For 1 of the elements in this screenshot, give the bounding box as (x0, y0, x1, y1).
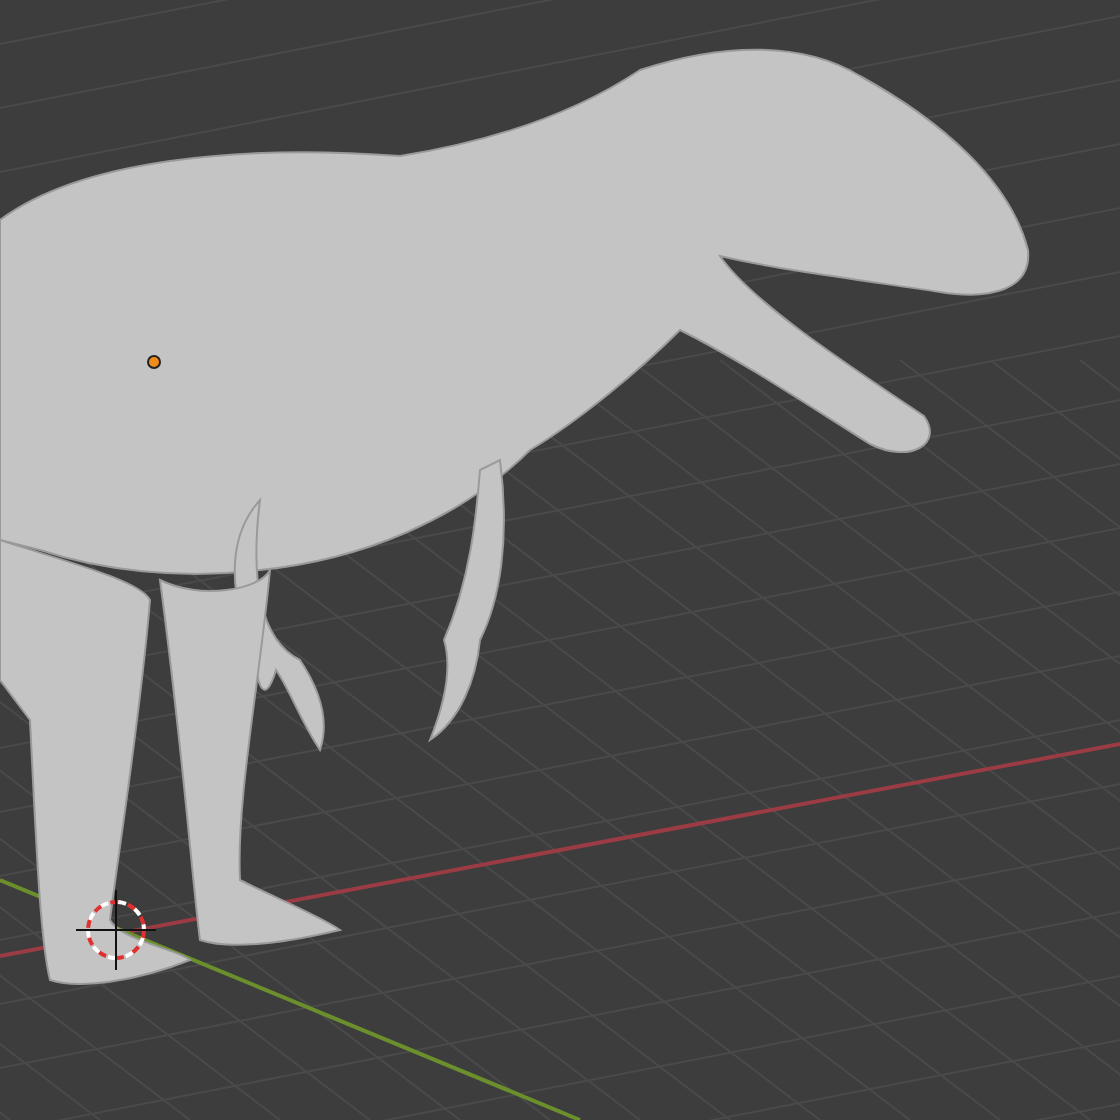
3d-cursor-icon[interactable] (75, 889, 157, 971)
